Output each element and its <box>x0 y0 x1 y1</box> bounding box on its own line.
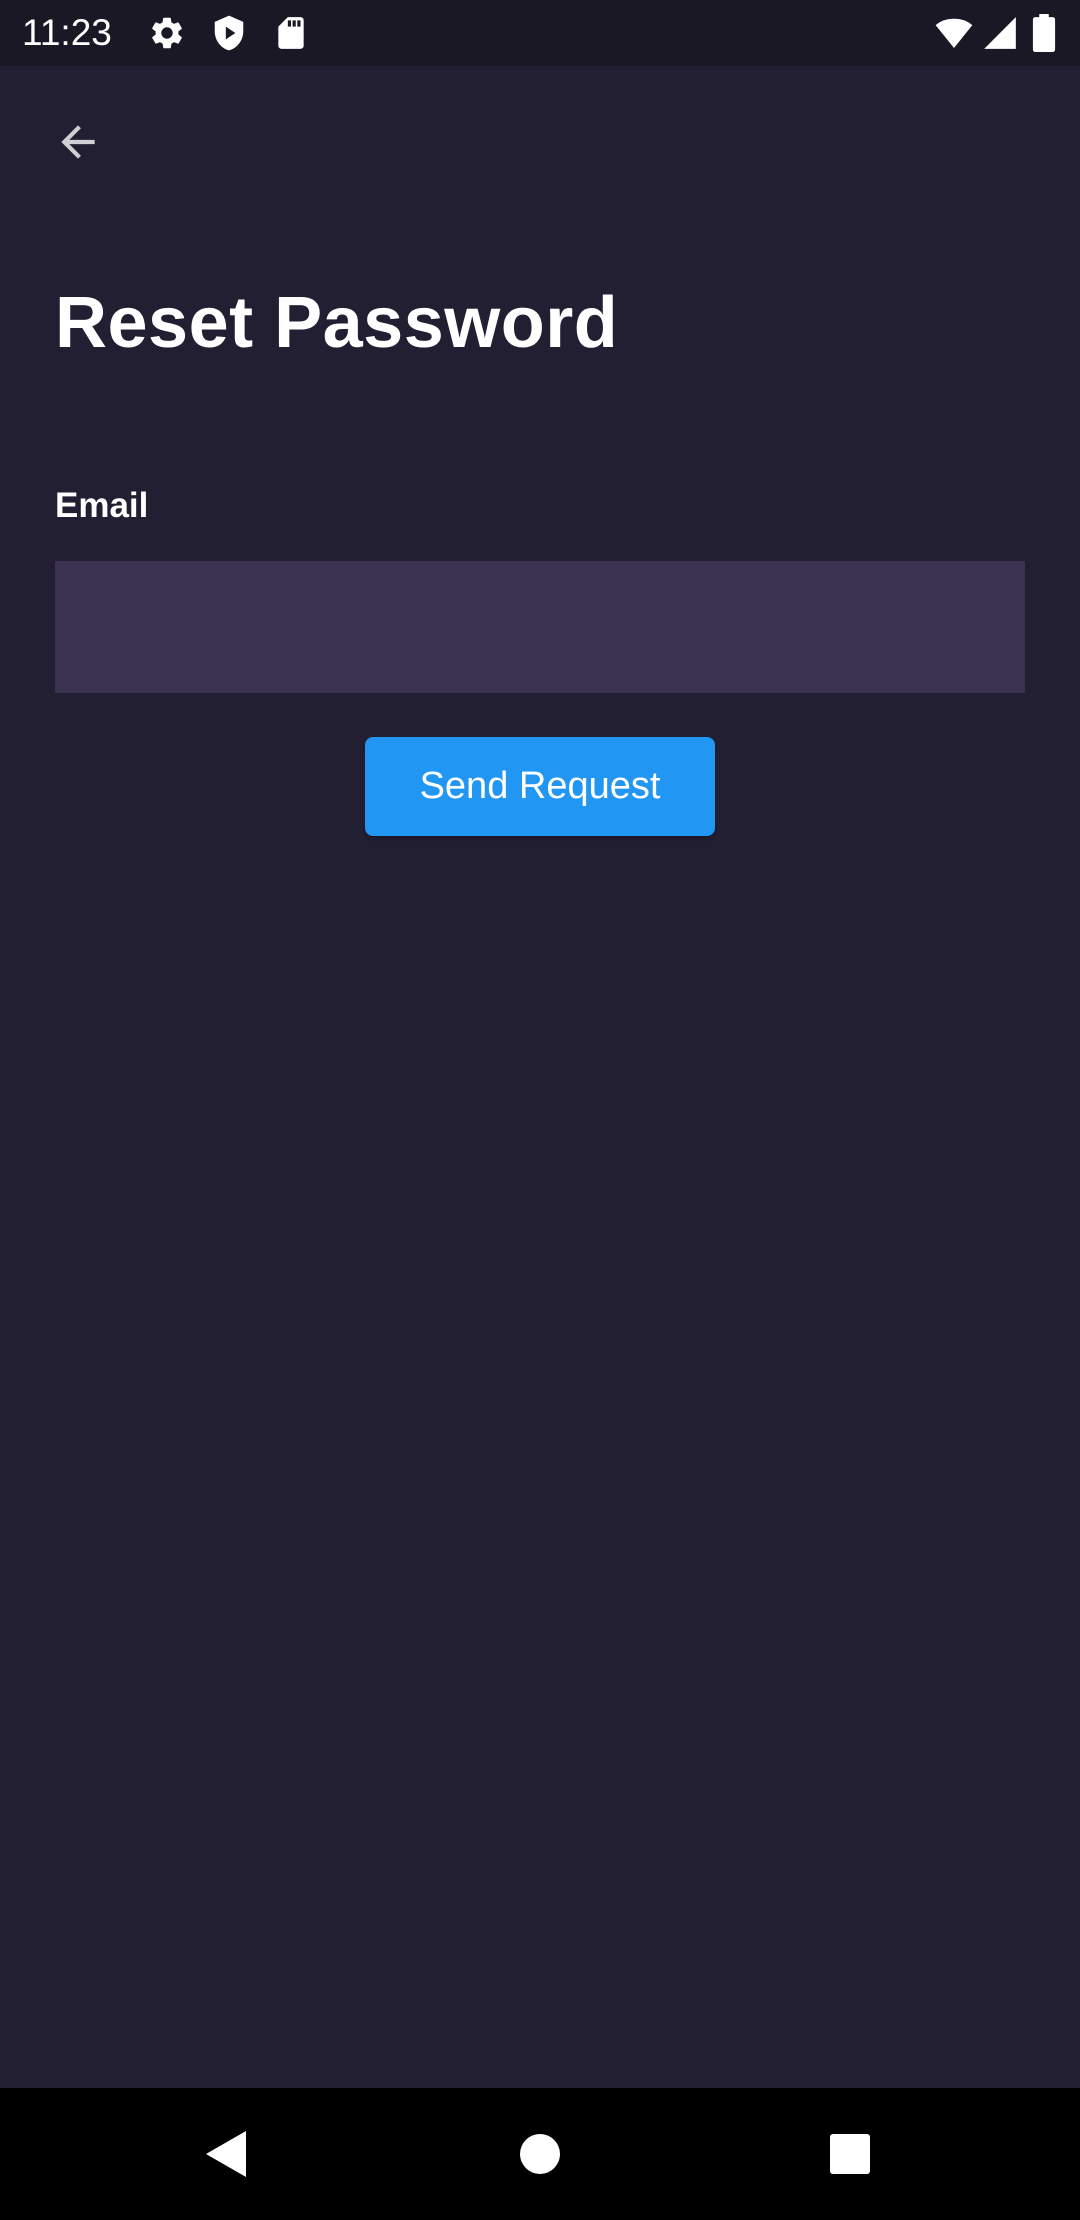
back-triangle-icon <box>206 2131 246 2177</box>
arrow-left-icon <box>61 125 95 159</box>
wifi-icon <box>935 14 973 52</box>
status-bar: 11:23 <box>0 0 1080 66</box>
email-label: Email <box>55 486 149 525</box>
nav-back-button[interactable] <box>160 2088 292 2220</box>
battery-icon <box>1029 14 1059 52</box>
sd-card-icon <box>272 14 310 52</box>
signal-icon <box>981 14 1019 52</box>
email-field[interactable] <box>55 561 1025 693</box>
page-title: Reset Password <box>55 283 619 363</box>
status-time: 11:23 <box>22 12 112 53</box>
recents-square-icon <box>830 2134 870 2174</box>
home-circle-icon <box>520 2134 560 2174</box>
nav-recents-button[interactable] <box>784 2088 916 2220</box>
send-request-button[interactable]: Send Request <box>365 737 715 836</box>
navigation-bar <box>0 2088 1080 2220</box>
nav-home-button[interactable] <box>474 2088 606 2220</box>
gear-icon <box>148 14 186 52</box>
back-button[interactable] <box>40 104 116 180</box>
shield-icon <box>210 14 248 52</box>
